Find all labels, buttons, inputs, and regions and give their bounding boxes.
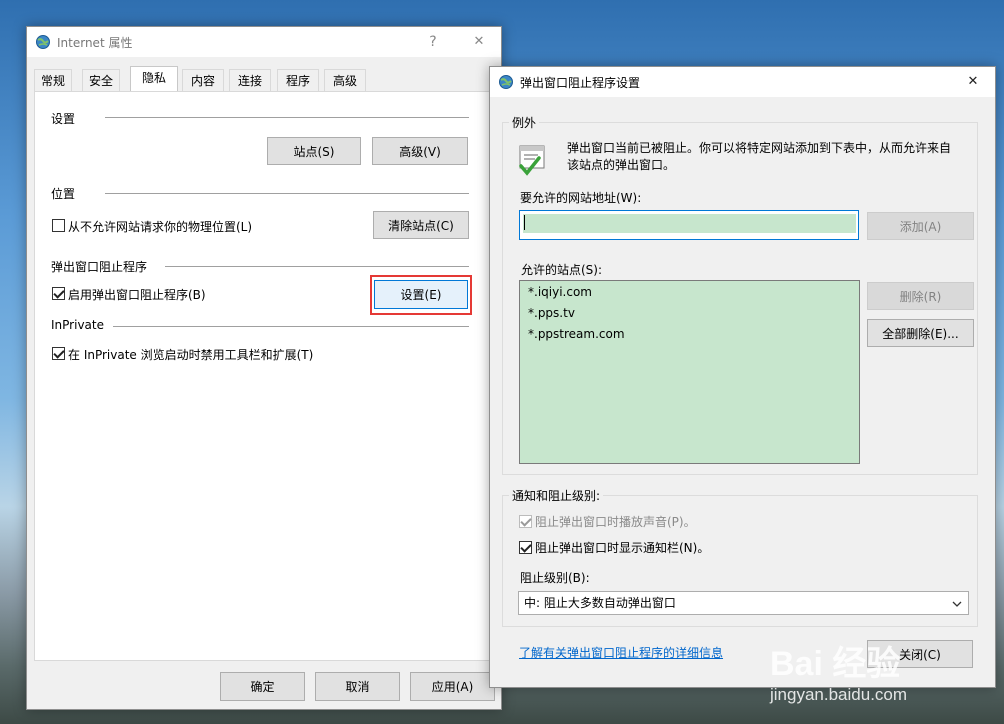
notifications-heading: 通知和阻止级别: (509, 487, 604, 504)
blocking-level-value: 中: 阻止大多数自动弹出窗口 (524, 596, 676, 610)
inprivate-heading: InPrivate (51, 318, 104, 332)
info-text-line2: 该站点的弹出窗口。 (567, 158, 676, 172)
play-sound-label: 阻止弹出窗口时播放声音(P)。 (535, 515, 696, 529)
help-button[interactable]: ? (413, 27, 453, 57)
title-bar[interactable]: 弹出窗口阻止程序设置 ✕ (490, 67, 995, 97)
remove-button[interactable]: 删除(R) (867, 282, 974, 310)
chevron-down-icon (952, 601, 962, 607)
watermark-url: jingyan.baidu.com (770, 685, 908, 704)
tab-general[interactable]: 常规 (34, 69, 72, 91)
blocking-level-label: 阻止级别(B): (520, 571, 590, 585)
internet-options-icon (499, 75, 513, 89)
divider (113, 326, 469, 327)
popup-blocker-checkbox-label: 启用弹出窗口阻止程序(B) (68, 288, 206, 302)
location-heading: 位置 (51, 187, 76, 201)
add-button[interactable]: 添加(A) (867, 212, 974, 240)
close-button[interactable]: ✕ (459, 27, 499, 57)
clear-sites-button[interactable]: 清除站点(C) (373, 211, 469, 239)
address-input-fill (523, 214, 856, 233)
internet-options-icon (36, 35, 50, 49)
divider (105, 193, 469, 194)
address-label: 要允许的网站地址(W): (520, 191, 642, 205)
tab-connections[interactable]: 连接 (229, 69, 271, 91)
show-bar-label: 阻止弹出窗口时显示通知栏(N)。 (535, 541, 710, 555)
popup-blocker-checkbox[interactable] (52, 287, 65, 300)
list-item[interactable]: *.pps.tv (528, 306, 575, 320)
tab-security[interactable]: 安全 (82, 69, 120, 91)
location-checkbox[interactable] (52, 219, 65, 232)
ok-button[interactable]: 确定 (220, 672, 305, 701)
tab-strip: 常规 安全 隐私 内容 连接 程序 高级 (34, 66, 494, 91)
inprivate-checkbox-label: 在 InPrivate 浏览启动时禁用工具栏和扩展(T) (68, 348, 314, 362)
close-button[interactable]: ✕ (953, 67, 993, 97)
allowed-sites-list[interactable]: *.iqiyi.com *.pps.tv *.ppstream.com (519, 280, 860, 464)
advanced-button[interactable]: 高级(V) (372, 137, 468, 165)
text-cursor (524, 215, 525, 230)
baidu-watermark: Bai 经验 jingyan.baidu.com (770, 636, 907, 705)
show-bar-checkbox[interactable] (519, 541, 532, 554)
sites-button[interactable]: 站点(S) (267, 137, 361, 165)
location-checkbox-label: 从不允许网站请求你的物理位置(L) (68, 220, 253, 234)
popup-blocker-heading: 弹出窗口阻止程序 (51, 260, 148, 274)
remove-all-button[interactable]: 全部删除(E)... (867, 319, 974, 347)
popup-settings-button[interactable]: 设置(E) (374, 280, 468, 309)
divider (105, 117, 469, 118)
cancel-button[interactable]: 取消 (315, 672, 400, 701)
watermark-brand: Bai 经验 (770, 645, 901, 683)
tab-programs[interactable]: 程序 (277, 69, 319, 91)
window-title: Internet 属性 (57, 35, 133, 50)
divider (165, 266, 469, 267)
inprivate-checkbox[interactable] (52, 347, 65, 360)
play-sound-checkbox[interactable] (519, 515, 532, 528)
settings-heading: 设置 (51, 112, 76, 126)
allowed-sites-label: 允许的站点(S): (521, 263, 603, 277)
learn-more-link[interactable]: 了解有关弹出窗口阻止程序的详细信息 (519, 644, 723, 661)
popup-blocker-settings-window: 弹出窗口阻止程序设置 ✕ 例外 弹出窗口当前已被阻止。你可以将特定网站添加到下表… (489, 66, 996, 688)
list-item[interactable]: *.ppstream.com (528, 327, 625, 341)
title-bar[interactable]: Internet 属性 ? ✕ (27, 27, 501, 57)
tab-privacy[interactable]: 隐私 (130, 66, 178, 91)
blocking-level-select[interactable]: 中: 阻止大多数自动弹出窗口 (518, 591, 969, 615)
popup-blocked-icon (519, 145, 545, 176)
privacy-panel: 设置 站点(S) 高级(V) 位置 从不允许网站请求你的物理位置(L) 清除站点… (34, 91, 494, 661)
apply-button[interactable]: 应用(A) (410, 672, 495, 701)
tab-content[interactable]: 内容 (182, 69, 224, 91)
internet-options-window: Internet 属性 ? ✕ 常规 安全 隐私 内容 连接 程序 高级 设置 … (26, 26, 502, 710)
tab-advanced[interactable]: 高级 (324, 69, 366, 91)
address-input[interactable] (519, 210, 859, 240)
exceptions-heading: 例外 (509, 114, 540, 131)
window-title: 弹出窗口阻止程序设置 (520, 75, 641, 90)
list-item[interactable]: *.iqiyi.com (528, 285, 592, 299)
info-text-line1: 弹出窗口当前已被阻止。你可以将特定网站添加到下表中，从而允许来自 (567, 141, 952, 155)
